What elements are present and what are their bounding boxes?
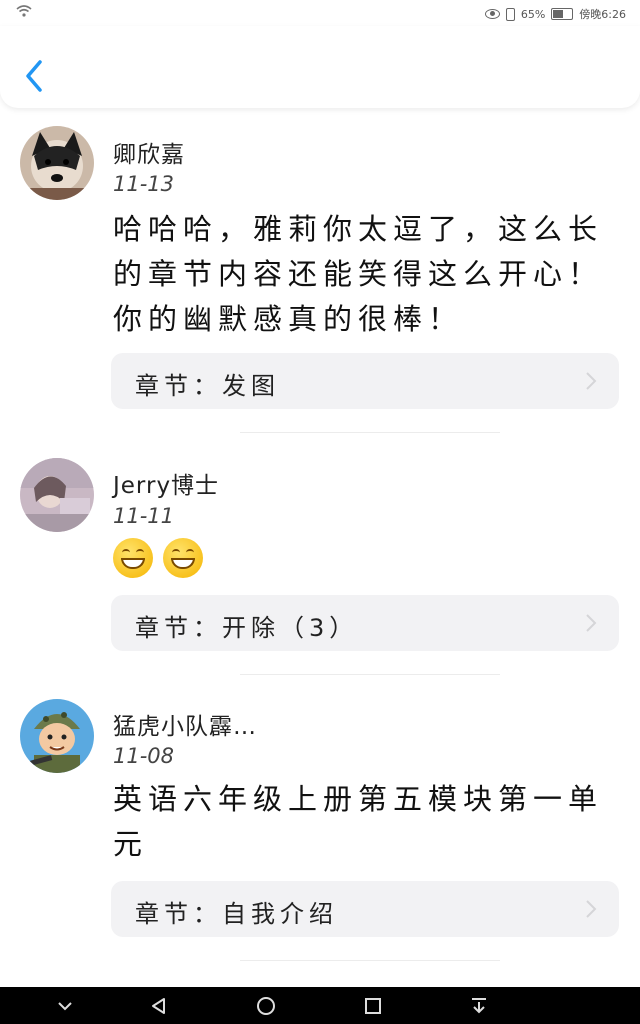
chevron-right-icon [586,372,597,390]
status-bar: 65% 傍晚6:26 [0,0,640,26]
comment-emojis [113,538,208,582]
back-triangle-icon[interactable] [148,995,170,1017]
battery-icon [551,8,574,20]
wifi-icon [16,5,32,20]
grinning-face-emoji [113,538,153,578]
comment-date: 11-11 [113,504,175,528]
chevron-left-icon [26,60,42,92]
home-circle-icon[interactable] [255,995,277,1017]
recents-square-icon[interactable] [362,995,384,1017]
notification-pull-icon[interactable] [468,995,490,1017]
divider [240,432,500,433]
chapter-label: 章节：开除（3） [135,614,359,642]
comment-date: 11-13 [113,172,175,196]
comment-text: 哈哈哈，雅莉你太逗了，这么长的章节内容还能笑得这么开心！你的幽默感真的很棒！ [113,212,604,336]
divider [240,960,500,961]
avatar[interactable] [20,699,94,773]
comment-date: 11-08 [113,744,175,768]
comment-text: 英语六年级上册第五模块第一单元 [113,782,604,861]
avatar[interactable] [20,126,94,200]
username[interactable]: Jerry博士 [113,466,219,500]
chapter-link[interactable]: 章节：开除（3） [111,595,619,651]
battery-percent: 65% [520,7,546,21]
chapter-link[interactable]: 章节：发图 [111,353,619,409]
system-nav-bar [0,987,640,1024]
divider [240,674,500,675]
eye-comfort-icon [484,9,500,19]
status-indicators: 65% 傍晚6:26 [484,6,626,22]
chevron-down-icon[interactable] [54,995,76,1017]
username[interactable]: 猛虎小队霹… [113,707,257,741]
chapter-label: 章节：发图 [135,372,280,400]
avatar[interactable] [20,458,94,532]
vibrate-icon [505,7,515,21]
clock: 傍晚6:26 [579,8,626,21]
chapter-link[interactable]: 章节：自我介绍 [111,881,619,937]
chapter-label: 章节：自我介绍 [135,900,338,928]
username[interactable]: 卿欣嘉 [113,135,185,169]
grinning-face-emoji [163,538,204,578]
back-button[interactable] [20,56,50,96]
top-app-bar [0,26,640,108]
chevron-right-icon [586,614,597,632]
chevron-right-icon [586,900,597,918]
